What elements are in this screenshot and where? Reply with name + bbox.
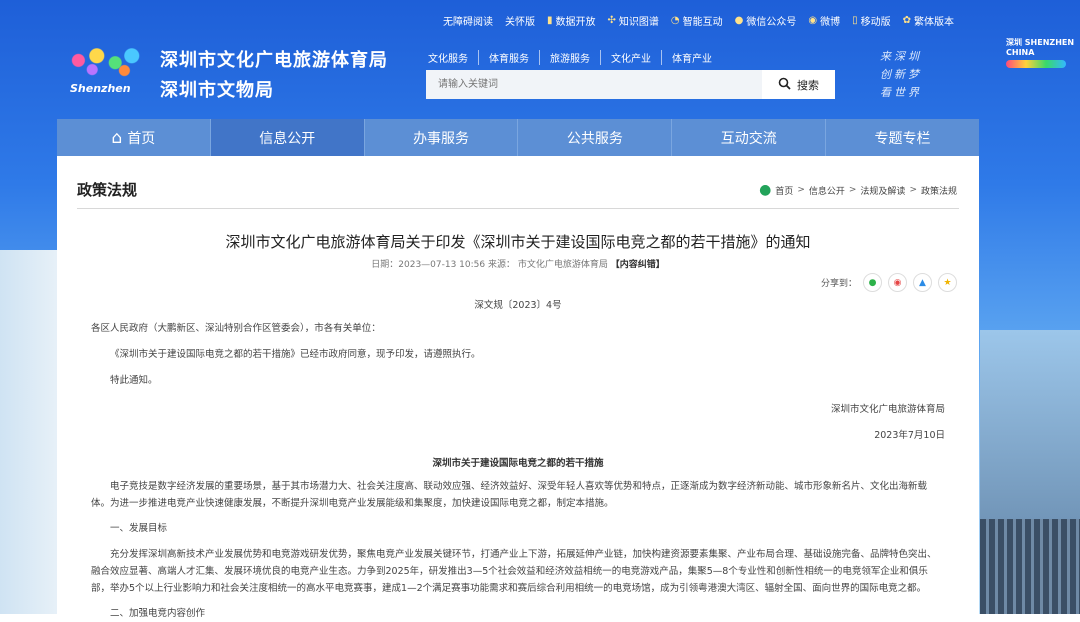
nav-info-disclosure[interactable]: 信息公开: [210, 119, 365, 156]
search-bar: 搜索: [426, 70, 835, 99]
traditional-chinese-link[interactable]: ✿ 繁体版本: [903, 13, 954, 28]
slogan: 来深圳 创新梦 看世界: [880, 50, 922, 99]
title-divider: [77, 208, 959, 209]
share-favorite-icon[interactable]: ★: [938, 273, 957, 292]
nav-home[interactable]: ⌂ 首页: [57, 119, 211, 156]
care-mode-link[interactable]: 关怀版: [505, 13, 535, 28]
search-icon: [778, 77, 791, 93]
smart-interact-link[interactable]: ◔ 智能互动: [671, 13, 723, 28]
quick-link-culture-industry[interactable]: 文化产业: [600, 50, 661, 65]
logo-wordmark: Shenzhen: [70, 82, 131, 95]
graph-icon: ✣: [607, 14, 616, 26]
nav-interaction[interactable]: 互动交流: [672, 119, 827, 156]
quick-link-sports[interactable]: 体育服务: [478, 50, 539, 65]
breadcrumb-home[interactable]: 首页: [775, 184, 793, 197]
quick-link-tourism[interactable]: 旅游服务: [539, 50, 600, 65]
nav-special-topics[interactable]: 专题专栏: [826, 119, 979, 156]
weibo-link[interactable]: ◉ 微博: [808, 13, 840, 28]
utility-bar: 无障碍阅读 关怀版 ▮ 数据开放 ✣ 知识图谱 ◔ 智能互动 ● 微信公众号 ◉ 微博 ▯…: [443, 11, 954, 29]
bar-chart-icon: ▮: [546, 14, 553, 26]
document-number: 深文规〔2023〕4号: [474, 300, 562, 311]
signature: 深圳市文化广电旅游体育局: [830, 404, 945, 415]
section-title: 政策法规: [77, 181, 138, 199]
article-meta: 日期：2023—07-13 10:56 来源： 市文化广电旅游体育局 【内容纠错…: [371, 260, 665, 270]
breadcrumb-policy[interactable]: 政策法规: [921, 184, 957, 197]
weibo-icon: ◉: [808, 14, 818, 26]
share-weibo-icon[interactable]: ◉: [888, 273, 907, 292]
content-error-link[interactable]: 【内容纠错】: [611, 260, 665, 270]
site-logo[interactable]: Shenzhen: [60, 42, 152, 100]
share-qq-icon[interactable]: ▲: [913, 273, 932, 292]
mobile-link[interactable]: ▯ 移动版: [852, 13, 891, 28]
location-pin-icon: ●: [759, 182, 772, 198]
content-panel: 政策法规 ● 首页 > 信息公开 > 法规及解读 > 政策法规 深圳市文化广电旅…: [57, 156, 979, 619]
nav-public-services[interactable]: 公共服务: [518, 119, 673, 156]
share-wechat-icon[interactable]: ●: [863, 273, 882, 292]
background-building-left: [0, 250, 60, 614]
wechat-icon: ●: [734, 14, 744, 26]
heading-1: 一、发展目标: [110, 523, 168, 534]
breadcrumb-regulations[interactable]: 法规及解读: [860, 184, 905, 197]
accessibility-link[interactable]: 无障碍阅读: [443, 13, 493, 28]
org-name-line1: 深圳市文化广电旅游体育局: [160, 50, 388, 71]
knowledge-graph-link[interactable]: ✣ 知识图谱: [608, 13, 659, 28]
search-button[interactable]: 搜索: [762, 70, 835, 99]
signature-date: 2023年7月10日: [874, 430, 945, 441]
recipients: 各区人民政府（大鹏新区、深汕特别合作区管委会），市各有关单位：: [91, 323, 381, 334]
paragraph-4: 充分发挥深圳高新技术产业发展优势和电竞游戏研发优势，聚焦电竞产业发展关键环节，打…: [91, 549, 937, 594]
breadcrumb: ● 首页 > 信息公开 > 法规及解读 > 政策法规: [759, 182, 957, 198]
main-nav: ⌂ 首页 信息公开 办事服务 公共服务 互动交流 专题专栏: [57, 119, 979, 156]
measures-title: 深圳市关于建设国际电竞之都的若干措施: [432, 458, 604, 469]
data-open-link[interactable]: ▮ 数据开放: [547, 13, 596, 28]
paragraph-1: 《深圳市关于建设国际电竞之都的若干措施》已经市政府同意，现予印发，请遵照执行。: [110, 349, 481, 360]
paragraph-2: 特此通知。: [110, 375, 158, 386]
nav-services[interactable]: 办事服务: [365, 119, 519, 156]
search-input[interactable]: [426, 70, 762, 99]
paragraph-3: 电子竞技是数字经济发展的重要场景，基于其市场潜力大、社会关注度高、联动效应强、经…: [91, 481, 928, 509]
quick-link-sports-industry[interactable]: 体育产业: [661, 50, 722, 65]
mobile-icon: ▯: [852, 14, 858, 26]
article-title: 深圳市文化广电旅游体育局关于印发《深圳市关于建设国际电竞之都的若干措施》的通知: [225, 233, 811, 251]
quick-link-culture[interactable]: 文化服务: [428, 50, 478, 65]
share-bar: 分享到： ● ◉ ▲ ★: [821, 273, 957, 292]
quick-links: 文化服务 体育服务 旅游服务 文化产业 体育产业: [428, 50, 722, 65]
wechat-link[interactable]: ● 微信公众号: [735, 13, 797, 28]
chat-icon: ◔: [670, 14, 680, 26]
breadcrumb-info[interactable]: 信息公开: [809, 184, 845, 197]
home-icon: ⌂: [111, 127, 123, 148]
traditional-icon: ✿: [902, 14, 911, 26]
background-building-right: [980, 330, 1080, 614]
city-brand-logo: 深圳 SHENZHEN CHINA: [1006, 37, 1078, 68]
org-name-line2: 深圳市文物局: [160, 80, 274, 101]
